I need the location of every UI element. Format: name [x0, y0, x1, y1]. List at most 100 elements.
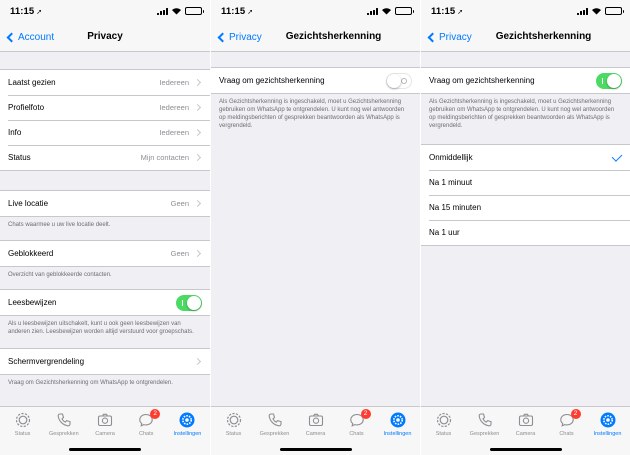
settings-icon [600, 412, 616, 428]
blocked-row[interactable]: Geblokkeerd Geen [0, 241, 210, 266]
visibility-group: Laatst gezien Iedereen Profielfoto Iederee… [0, 69, 210, 171]
info-value: Iedereen [159, 128, 189, 137]
chats-icon: 2 [559, 409, 581, 428]
status-icon [436, 412, 452, 428]
signal-icon [577, 7, 588, 15]
chevron-right-icon [193, 128, 202, 137]
back-label: Privacy [439, 31, 472, 43]
live-location-row[interactable]: Live locatie Geen [0, 191, 210, 216]
chevron-right-icon [193, 78, 202, 87]
timeout-option-1[interactable]: Na 1 minuut [421, 170, 630, 195]
tab-label: Chats [139, 431, 154, 437]
phone-icon [56, 412, 72, 428]
tab-bar: Status Gesprekken Camera 2 Chats Instellingen [421, 406, 630, 455]
read-receipts-group: Leesbewijzen [0, 289, 210, 316]
face-id-toggle[interactable] [596, 72, 622, 89]
blocked-group: Geblokkeerd Geen [0, 240, 210, 267]
timeout-option-label: Na 1 minuut [429, 178, 473, 187]
status-bar: 11:15 ➚ [211, 0, 420, 22]
timeout-option-0[interactable]: Onmiddellijk [421, 145, 630, 170]
unread-badge: 2 [150, 409, 161, 419]
info-row[interactable]: Info Iedereen [0, 120, 210, 145]
tab-label: Status [14, 431, 31, 437]
status-time: 11:15 ➚ [221, 5, 254, 17]
unread-badge: 2 [360, 409, 371, 419]
wifi-icon [172, 8, 181, 15]
last-seen-label: Laatst gezien [8, 78, 56, 87]
status-icon [15, 412, 31, 428]
chevron-right-icon [193, 199, 202, 208]
location-arrow-icon: ➚ [36, 8, 43, 16]
tab-label: Chats [349, 431, 364, 437]
status-bar: 11:15 ➚ [421, 0, 630, 22]
tab-label: Gesprekken [259, 431, 290, 437]
face-id-on-screen: 11:15 ➚ Privacy Gezichtsherkenning Vraag … [420, 0, 630, 455]
last-seen-value: Iedereen [159, 78, 189, 87]
timeout-option-2[interactable]: Na 15 minuten [421, 195, 630, 220]
back-button[interactable]: Privacy [425, 22, 472, 52]
back-button[interactable]: Privacy [215, 22, 262, 52]
tab-label: Camera [95, 431, 115, 437]
tab-label: Gesprekken [48, 431, 79, 437]
signal-icon [157, 7, 168, 15]
home-indicator [489, 448, 562, 451]
status-bar: 11:15 ➚ [0, 0, 210, 22]
nav-bar: Account Privacy [0, 22, 210, 52]
face-id-label: Vraag om gezichtsherkenning [219, 76, 325, 85]
screen-lock-group: Schermvergrendeling [0, 348, 210, 375]
camera-icon [97, 412, 113, 428]
live-location-label: Live locatie [8, 199, 49, 208]
profile-photo-row[interactable]: Profielfoto Iedereen [0, 95, 210, 120]
screen-lock-label: Schermvergrendeling [8, 357, 85, 366]
read-receipts-row: Leesbewijzen [0, 290, 210, 315]
read-receipts-toggle[interactable] [176, 294, 202, 311]
tab-label: Status [435, 431, 452, 437]
battery-icon [395, 7, 414, 15]
face-id-group: Vraag om gezichtsherkenning [211, 67, 420, 94]
back-button[interactable]: Account [4, 22, 54, 52]
page-title: Privacy [87, 31, 123, 42]
location-arrow-icon: ➚ [457, 8, 464, 16]
timeout-option-label: Onmiddellijk [429, 153, 473, 162]
face-id-row: Vraag om gezichtsherkenning [421, 68, 630, 93]
camera-icon [308, 412, 324, 428]
tab-instellingen[interactable]: Instellingen [377, 407, 418, 455]
face-id-off-screen: 11:15 ➚ Privacy Gezichtsherkenning Vraag … [210, 0, 420, 455]
screens-container: 11:15 ➚ Account Privacy Laatst gezien Iede… [0, 0, 630, 455]
tab-status[interactable]: Status [423, 407, 464, 455]
status-time: 11:15 ➚ [10, 5, 43, 17]
live-location-footer: Chats waarmee u uw live locatie deelt. [8, 222, 111, 228]
signal-icon [367, 7, 378, 15]
tab-status[interactable]: Status [213, 407, 254, 455]
tab-instellingen[interactable]: Instellingen [167, 407, 208, 455]
privacy-screen: 11:15 ➚ Account Privacy Laatst gezien Iede… [0, 0, 210, 455]
profile-photo-value: Iedereen [159, 103, 189, 112]
tab-bar: Status Gesprekken Camera 2 Chats Instellingen [211, 406, 420, 455]
chevron-right-icon [193, 357, 202, 366]
location-arrow-icon: ➚ [247, 8, 254, 16]
screen-lock-row[interactable]: Schermvergrendeling [0, 349, 210, 374]
status-row[interactable]: Status Mijn contacten [0, 145, 210, 170]
chevron-right-icon [193, 153, 202, 162]
read-receipts-label: Leesbewijzen [8, 298, 57, 307]
info-label: Info [8, 128, 22, 137]
tab-status[interactable]: Status [2, 407, 43, 455]
nav-bar: Privacy Gezichtsherkenning [421, 22, 630, 52]
chats-icon: 2 [349, 409, 371, 428]
tab-label: Instellingen [173, 431, 202, 437]
timeout-option-3[interactable]: Na 1 uur [421, 220, 630, 245]
face-id-footer: Als Gezichtsherkenning is ingeschakeld, … [429, 99, 615, 129]
chevron-left-icon [6, 32, 17, 42]
face-id-toggle[interactable] [386, 72, 412, 89]
face-id-label: Vraag om gezichtsherkenning [429, 76, 535, 85]
live-location-value: Geen [170, 199, 189, 208]
profile-photo-label: Profielfoto [8, 103, 45, 112]
back-label: Account [18, 31, 55, 43]
blocked-footer: Overzicht van geblokkeerde contacten. [8, 272, 112, 278]
status-value: Mijn contacten [140, 153, 189, 162]
timeout-option-label: Na 15 minuten [429, 203, 482, 212]
home-indicator [279, 448, 352, 451]
tab-instellingen[interactable]: Instellingen [587, 407, 628, 455]
page-title: Gezichtsherkenning [285, 31, 382, 42]
last-seen-row[interactable]: Laatst gezien Iedereen [0, 70, 210, 95]
